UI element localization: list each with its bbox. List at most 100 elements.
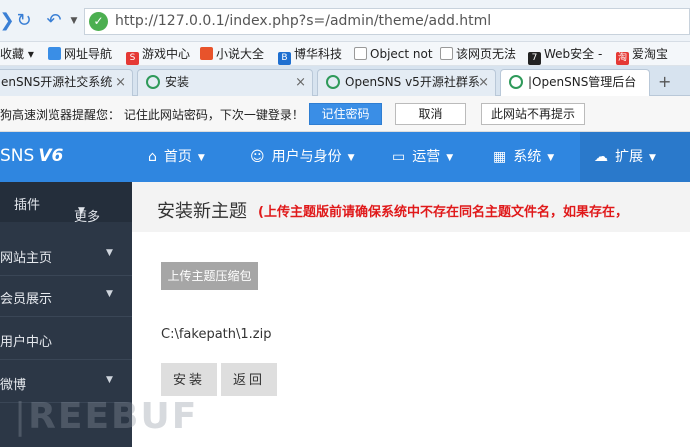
close-icon[interactable]: × [478, 70, 489, 95]
url-text[interactable]: http://127.0.0.1/index.php?s=/admin/them… [115, 13, 491, 29]
bookmark-item[interactable]: 淘爱淘宝 [616, 46, 669, 65]
bookmark-label: 游戏中心 [142, 47, 191, 61]
app-logo[interactable]: SNS V6 [0, 146, 63, 166]
bookmark-label: Web安全 - [544, 47, 603, 61]
monitor-icon: ▭ [392, 149, 406, 165]
caret-down-icon: ▼ [106, 248, 113, 258]
remember-password-button[interactable]: 记住密码 [309, 103, 382, 125]
watermark-logo-icon: | [14, 396, 29, 437]
caret-down-icon: ▼ [106, 289, 113, 299]
refresh-icon[interactable]: ↻ [13, 10, 35, 32]
bookmark-favorites[interactable]: 收藏 ▾ [0, 46, 34, 62]
upload-warning: (上传主题版前请确保系统中不存在同名主题文件名，如果存在， [258, 205, 628, 220]
upload-theme-button[interactable]: 上传主题压缩包 [161, 262, 258, 290]
windows-icon: ▦ [493, 149, 507, 165]
bookmark-item[interactable]: 7 Web安全 - [528, 46, 603, 65]
logo-version: V6 [38, 146, 64, 166]
caret-down-icon: ▼ [78, 206, 85, 216]
nav-extensions[interactable]: ☁ 扩展 ▼ [580, 132, 690, 182]
logo-text: SNS [0, 146, 35, 166]
nav-system[interactable]: ▦ 系统 ▼ [493, 132, 554, 182]
nav-operations[interactable]: ▭ 运营 ▼ [392, 132, 453, 182]
caret-down-icon: ▼ [106, 375, 113, 385]
tab-label: |OpenSNS管理后台 [528, 75, 637, 89]
caret-down-icon: ▼ [347, 153, 355, 163]
bookmark-item[interactable]: B 博华科技 [278, 46, 343, 65]
sidebar-item-site-home[interactable]: 网站主页 ▼ [0, 235, 132, 276]
seven-icon: 7 [528, 52, 541, 65]
nav-label: 系统 [513, 149, 542, 165]
nav-label: 用户与身份 [271, 149, 342, 165]
url-input[interactable]: ✓ http://127.0.0.1/index.php?s=/admin/th… [84, 8, 690, 35]
bookmark-item[interactable]: 该网页无法 [440, 46, 516, 62]
bh-icon: B [278, 52, 291, 65]
watermark-text: REEBUF [28, 396, 199, 437]
shield-icon: ✓ [89, 12, 108, 31]
close-icon[interactable]: × [115, 70, 126, 95]
never-prompt-button[interactable]: 此网站不再提示 [481, 103, 585, 125]
chevron-down-icon[interactable]: ▼ [63, 10, 85, 32]
taobao-icon: 淘 [616, 52, 629, 65]
sidebar-item-label: 网站主页 [0, 251, 53, 266]
sidebar-item-user-center[interactable]: 用户中心 [0, 319, 132, 360]
page-header: 安装新主题 (上传主题版前请确保系统中不存在同名主题文件名，如果存在， [132, 182, 690, 232]
bookmarks-bar: 收藏 ▾ 网址导航 S 游戏中心 小说大全 B 博华科技 Object not 该网… [0, 42, 690, 66]
tab-opensns-v5[interactable]: OpenSNS v5开源社群系 × [317, 69, 496, 96]
tab-install[interactable]: 安装 × [137, 69, 313, 96]
bookmark-label: 网址导航 [64, 47, 113, 61]
cloud-icon: ☁ [594, 149, 608, 165]
back-button[interactable]: 返回 [221, 363, 277, 396]
freebuf-watermark: |REEBUF [14, 396, 198, 437]
caret-down-icon: ▼ [547, 153, 555, 163]
caret-down-icon: ▼ [197, 153, 205, 163]
bookmark-item[interactable]: Object not [354, 46, 433, 62]
tab-label: 安装 [165, 75, 190, 89]
tab-label: enSNS开源社交系统 [1, 75, 113, 89]
selected-file-path: C:\fakepath\1.zip [161, 327, 272, 342]
install-button[interactable]: 安装 [161, 363, 217, 396]
main-content: 安装新主题 (上传主题版前请确保系统中不存在同名主题文件名，如果存在， 上传主题… [132, 182, 690, 447]
sidebar-top: 插件 更多 ▼ [0, 182, 132, 225]
bookmark-item[interactable]: 网址导航 [48, 46, 112, 62]
bookmark-label: 爱淘宝 [632, 47, 669, 61]
page-icon [440, 47, 453, 60]
browser-tab-icon [146, 75, 160, 89]
sidebar-plugins[interactable]: 插件 [14, 194, 40, 213]
page-title: 安装新主题 [157, 201, 247, 222]
tab-opensns-admin[interactable]: |OpenSNS管理后台 [500, 69, 650, 97]
sidebar-item-members[interactable]: 会员展示 ▼ [0, 276, 132, 317]
new-tab-button[interactable]: + [658, 72, 671, 91]
page-icon [354, 47, 367, 60]
close-icon[interactable]: × [295, 70, 306, 95]
bookmark-label: 收藏 ▾ [0, 47, 34, 61]
sidebar-item-label: 会员展示 [0, 292, 53, 307]
nav-home[interactable]: ⌂ 首页 ▼ [148, 132, 205, 182]
bookmark-label: 小说大全 [216, 47, 265, 61]
bookmark-label: Object not [370, 47, 433, 61]
bookmark-item[interactable]: S 游戏中心 [126, 46, 191, 65]
sidebar-item-label: 微博 [0, 378, 27, 393]
nav-icon [48, 47, 61, 60]
browser-tab-icon [509, 75, 523, 89]
nav-label: 运营 [412, 149, 441, 165]
password-save-bar: 狗高速浏览器提醒您： 记住此网站密码，下次一键登录！ 记住密码 取消 此网站不再… [0, 96, 690, 132]
nav-label: 首页 [163, 149, 192, 165]
undo-icon[interactable]: ↶ [43, 10, 65, 32]
bookmark-label: 该网页无法 [456, 47, 517, 61]
nav-label: 扩展 [615, 149, 643, 165]
app-header: SNS V6 ⌂ 首页 ▼ ☺ 用户与身份 ▼ ▭ 运营 ▼ ▦ 系统 ▼ ☁ 扩展 ▼ [0, 132, 690, 182]
tab-label: OpenSNS v5开源社群系 [345, 75, 480, 89]
tab-bar: enSNS开源社交系统 × 安装 × OpenSNS v5开源社群系 × |Op… [0, 66, 690, 97]
home-icon: ⌂ [148, 149, 157, 165]
address-bar: ❯ ↻ ↶ ▼ ✓ http://127.0.0.1/index.php?s=/… [0, 0, 690, 42]
nav-users[interactable]: ☺ 用户与身份 ▼ [250, 132, 355, 182]
cancel-button[interactable]: 取消 [395, 103, 466, 125]
tab-opensns-social[interactable]: enSNS开源社交系统 × [0, 69, 133, 96]
password-prompt-message: 狗高速浏览器提醒您： 记住此网站密码，下次一键登录！ [0, 108, 304, 122]
game-icon: S [126, 52, 139, 65]
bookmark-label: 博华科技 [294, 47, 343, 61]
bookmark-item[interactable]: 小说大全 [200, 46, 264, 62]
sidebar-item-label: 用户中心 [0, 335, 53, 350]
caret-down-icon: ▼ [446, 153, 454, 163]
browser-tab-icon [326, 75, 340, 89]
